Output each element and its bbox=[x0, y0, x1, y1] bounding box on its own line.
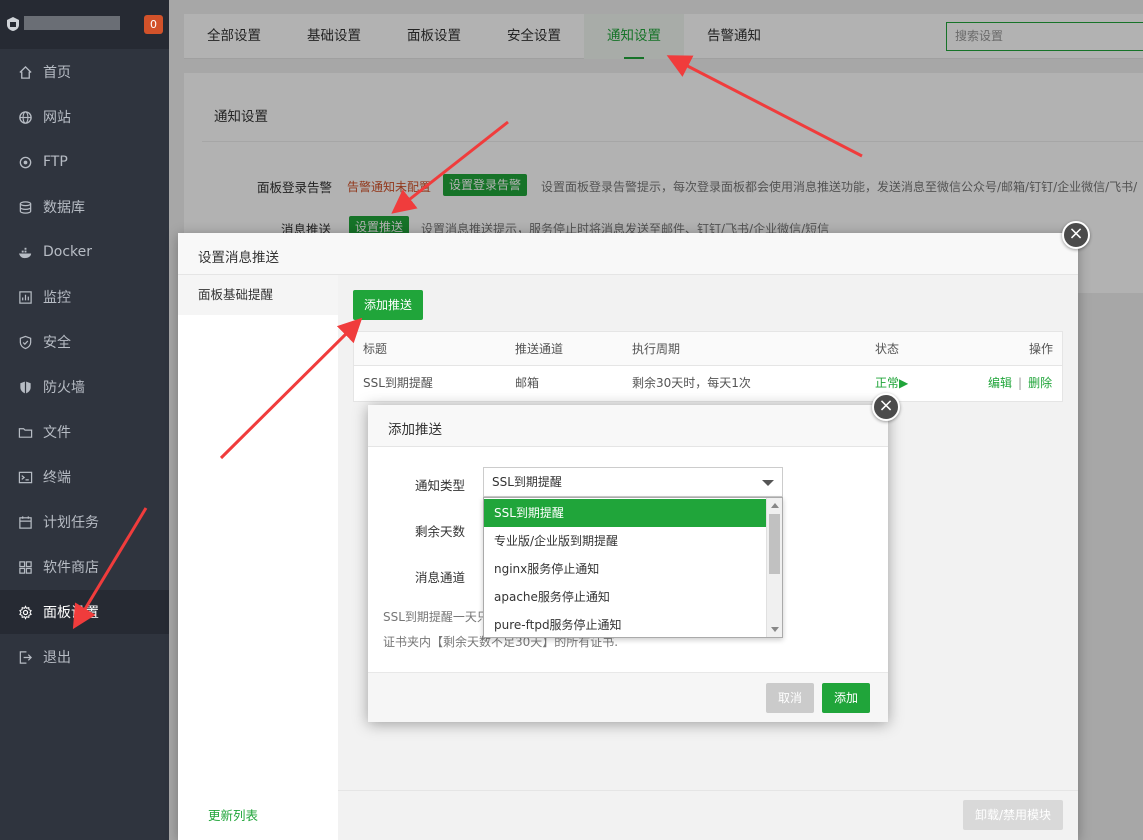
sidebar-item-docker[interactable]: Docker bbox=[0, 230, 169, 274]
database-icon bbox=[17, 199, 33, 215]
sidebar-item-cron[interactable]: 计划任务 bbox=[0, 500, 169, 544]
edit-link[interactable]: 编辑 bbox=[988, 376, 1012, 390]
add-button[interactable]: 添加 bbox=[822, 683, 870, 713]
sidebar-item-label: 文件 bbox=[43, 425, 71, 441]
table-header: 标题 推送通道 执行周期 状态 操作 bbox=[354, 332, 1062, 366]
sidebar-item-label: FTP bbox=[43, 154, 68, 170]
modal-title: 添加推送 bbox=[388, 422, 442, 438]
modal-footer: 取消 添加 bbox=[368, 672, 888, 722]
sidebar-item-panel-settings[interactable]: 面板设置 bbox=[0, 590, 169, 634]
modal-header: 添加推送 bbox=[368, 405, 888, 447]
folder-icon bbox=[17, 424, 33, 440]
sidebar-item-label: 安全 bbox=[43, 335, 71, 351]
dropdown-option[interactable]: SSL到期提醒 bbox=[484, 499, 766, 527]
modal-bottom-bar: 卸载/禁用模块 bbox=[338, 790, 1078, 840]
scroll-thumb[interactable] bbox=[769, 514, 780, 574]
firewall-icon bbox=[17, 379, 33, 395]
sidebar-item-files[interactable]: 文件 bbox=[0, 410, 169, 454]
notification-badge[interactable]: 0 bbox=[144, 15, 163, 34]
delete-link[interactable]: 删除 bbox=[1028, 376, 1052, 390]
logo-icon bbox=[6, 16, 20, 32]
column-header: 操作 bbox=[1029, 342, 1054, 356]
sidebar-item-label: 首页 bbox=[43, 65, 71, 81]
note-line-1: SSL到期提醒一天只 bbox=[383, 610, 489, 624]
close-icon[interactable]: × bbox=[872, 393, 900, 421]
sidebar-item-label: 终端 bbox=[43, 470, 71, 486]
add-push-button[interactable]: 添加推送 bbox=[353, 290, 423, 320]
sidebar-item-firewall[interactable]: 防火墙 bbox=[0, 365, 169, 409]
sidebar-item-label: 监控 bbox=[43, 290, 71, 306]
days-label: 剩余天数 bbox=[415, 524, 466, 539]
sidebar-item-website[interactable]: 网站 bbox=[0, 95, 169, 139]
row-channel: 邮箱 bbox=[515, 376, 540, 390]
monitor-icon bbox=[17, 289, 33, 305]
sidebar-item-database[interactable]: 数据库 bbox=[0, 185, 169, 229]
chevron-down-icon bbox=[762, 480, 774, 486]
sidebar-item-label: 计划任务 bbox=[43, 515, 99, 531]
close-icon[interactable]: × bbox=[1062, 221, 1090, 249]
dropdown-scrollbar[interactable] bbox=[766, 498, 782, 637]
push-table: 标题 推送通道 执行周期 状态 操作 SSL到期提醒 邮箱 剩余30天时，每天1… bbox=[353, 331, 1063, 402]
action-separator: | bbox=[1018, 376, 1023, 390]
type-label: 通知类型 bbox=[415, 478, 466, 493]
notify-type-select[interactable]: SSL到期提醒 bbox=[483, 467, 783, 497]
sidebar-item-ftp[interactable]: FTP bbox=[0, 140, 169, 184]
scroll-up-icon[interactable] bbox=[771, 503, 779, 508]
grid-icon bbox=[17, 559, 33, 575]
sidebar-item-monitor[interactable]: 监控 bbox=[0, 275, 169, 319]
uninstall-module-button[interactable]: 卸载/禁用模块 bbox=[963, 800, 1063, 830]
sidebar: 0 首页 网站 FTP 数据库 Docker 监控 安全 防火墙 文件 终端 计… bbox=[0, 0, 169, 840]
calendar-icon bbox=[17, 514, 33, 530]
gear-icon bbox=[17, 604, 33, 620]
sidebar-item-home[interactable]: 首页 bbox=[0, 50, 169, 94]
column-header: 执行周期 bbox=[632, 342, 681, 356]
sidebar-brand: 0 bbox=[0, 0, 169, 49]
row-cycle: 剩余30天时，每天1次 bbox=[632, 376, 751, 390]
row-actions: 编辑 | 删除 bbox=[988, 366, 1052, 400]
table-row: SSL到期提醒 邮箱 剩余30天时，每天1次 正常▶ 编辑 | 删除 bbox=[354, 366, 1062, 401]
sidebar-item-label: 软件商店 bbox=[43, 560, 99, 576]
update-list-link[interactable]: 更新列表 bbox=[208, 805, 258, 824]
cancel-button[interactable]: 取消 bbox=[766, 683, 814, 713]
ftp-icon bbox=[17, 154, 33, 170]
select-value: SSL到期提醒 bbox=[492, 475, 562, 489]
sidebar-item-logout[interactable]: 退出 bbox=[0, 635, 169, 679]
column-header: 状态 bbox=[875, 342, 900, 356]
scroll-down-icon[interactable] bbox=[771, 627, 779, 632]
column-header: 推送通道 bbox=[515, 342, 564, 356]
terminal-icon bbox=[17, 469, 33, 485]
sidebar-item-security[interactable]: 安全 bbox=[0, 320, 169, 364]
modal-header: 设置消息推送 bbox=[178, 233, 1078, 275]
sidebar-item-label: 退出 bbox=[43, 650, 71, 666]
dropdown-option[interactable]: nginx服务停止通知 bbox=[484, 555, 766, 583]
notify-type-dropdown: SSL到期提醒 专业版/企业版到期提醒 nginx服务停止通知 apache服务… bbox=[483, 497, 783, 638]
modal-title: 设置消息推送 bbox=[198, 250, 279, 266]
sidebar-item-label: 网站 bbox=[43, 110, 71, 126]
modal-sidebar: 面板基础提醒 更新列表 bbox=[178, 275, 338, 840]
row-title: SSL到期提醒 bbox=[363, 376, 433, 390]
sidebar-item-label: Docker bbox=[43, 244, 93, 260]
server-name-redacted bbox=[24, 16, 120, 30]
dropdown-option[interactable]: pure-ftpd服务停止通知 bbox=[484, 611, 766, 637]
dropdown-option[interactable]: 专业版/企业版到期提醒 bbox=[484, 527, 766, 555]
sidebar-item-basic-reminder[interactable]: 面板基础提醒 bbox=[178, 275, 338, 315]
logout-icon bbox=[17, 649, 33, 665]
globe-icon bbox=[17, 109, 33, 125]
shield-icon bbox=[17, 334, 33, 350]
sidebar-item-terminal[interactable]: 终端 bbox=[0, 455, 169, 499]
column-header: 标题 bbox=[363, 342, 388, 356]
sidebar-item-label: 数据库 bbox=[43, 200, 85, 216]
home-icon bbox=[17, 64, 33, 80]
dropdown-option[interactable]: apache服务停止通知 bbox=[484, 583, 766, 611]
docker-icon bbox=[17, 244, 33, 260]
channel-label: 消息通道 bbox=[415, 570, 466, 585]
sidebar-item-label: 面板设置 bbox=[43, 605, 99, 621]
sidebar-item-label: 防火墙 bbox=[43, 380, 85, 396]
sidebar-item-store[interactable]: 软件商店 bbox=[0, 545, 169, 589]
